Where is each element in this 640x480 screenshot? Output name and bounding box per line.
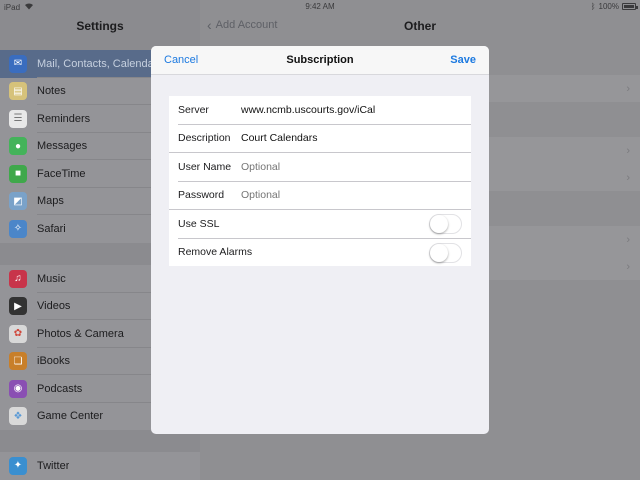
twitter-icon: ✦	[9, 456, 27, 475]
chevron-right-icon: ›	[626, 145, 630, 157]
facetime-icon: ■	[9, 164, 27, 183]
ibooks-icon: ❏	[9, 352, 27, 371]
sidebar-item-label: Messages	[37, 140, 88, 153]
ssl-row: Use SSL	[169, 210, 471, 238]
sidebar-item-label: Twitter	[37, 459, 70, 472]
description-row: Description Court Calendars	[169, 125, 471, 153]
notes-icon: ▤	[9, 82, 27, 101]
chevron-right-icon: ›	[626, 234, 630, 246]
music-icon: ♫	[9, 269, 27, 288]
podcasts-icon: ◉	[9, 379, 27, 398]
modal-title: Subscription	[286, 54, 354, 66]
password-row: Password	[169, 182, 471, 210]
videos-icon: ▶	[9, 297, 27, 316]
sidebar-item-label: Podcasts	[37, 382, 83, 395]
sidebar-item-label: Mail, Contacts, Calendars	[37, 57, 163, 70]
sidebar-item-label: iBooks	[37, 355, 71, 368]
modal-navbar: Cancel Subscription Save	[151, 46, 489, 75]
remove-alarms-row: Remove Alarms	[169, 239, 471, 267]
chevron-right-icon: ›	[626, 261, 630, 273]
mail-icon: ✉	[9, 54, 27, 73]
subscription-modal: Cancel Subscription Save Server www.ncmb…	[151, 46, 489, 434]
safari-icon: ✧	[9, 219, 27, 238]
password-field[interactable]	[241, 189, 461, 202]
sidebar-group-social: ✦ Twitter	[0, 452, 200, 480]
sidebar-item-label: Game Center	[37, 410, 104, 423]
server-field[interactable]: www.ncmb.uscourts.gov/iCal	[241, 104, 375, 116]
sidebar-title: Settings	[76, 19, 124, 33]
description-label: Description	[178, 132, 231, 145]
server-label: Server	[178, 103, 209, 116]
password-label: Password	[178, 189, 225, 202]
ssl-label: Use SSL	[178, 217, 220, 230]
sidebar-item-label: FaceTime	[37, 167, 86, 180]
toggle-knob	[430, 215, 448, 233]
ssl-toggle[interactable]	[429, 214, 462, 234]
toggle-knob	[430, 243, 448, 262]
messages-icon: ●	[9, 137, 27, 156]
remove-alarms-toggle[interactable]	[429, 242, 462, 263]
detail-title: Other	[403, 19, 436, 33]
subscription-form: Server www.ncmb.uscourts.gov/iCal Descri…	[169, 96, 471, 266]
description-field[interactable]: Court Calendars	[241, 132, 317, 144]
save-button[interactable]: Save	[450, 54, 476, 66]
sidebar-item-label: Maps	[37, 195, 64, 208]
sidebar-item-label: Music	[37, 272, 66, 285]
maps-icon: ◩	[9, 192, 27, 211]
sidebar-item-twitter[interactable]: ✦ Twitter	[0, 452, 200, 480]
username-field[interactable]	[241, 160, 461, 173]
sidebar-item-label: Notes	[37, 85, 66, 98]
chevron-right-icon: ›	[626, 172, 630, 184]
bluetooth-icon: ᛒ	[590, 2, 596, 11]
username-row: User Name	[169, 153, 471, 181]
sidebar-item-label: Reminders	[37, 112, 91, 125]
game-center-icon: ❖	[9, 407, 27, 426]
chevron-right-icon: ›	[626, 83, 630, 95]
sidebar-item-label: Videos	[37, 300, 71, 313]
status-bar: iPad 9:42 AM ᛒ 100%	[0, 0, 640, 13]
battery-icon	[622, 3, 638, 10]
sidebar-item-label: Photos & Camera	[37, 327, 124, 340]
sidebar-item-label: Safari	[37, 222, 66, 235]
battery-fill	[624, 5, 634, 8]
reminders-icon: ☰	[9, 109, 27, 128]
battery-percent: 100%	[598, 2, 619, 11]
clock: 9:42 AM	[305, 2, 335, 11]
username-label: User Name	[178, 160, 232, 173]
server-row: Server www.ncmb.uscourts.gov/iCal	[169, 96, 471, 124]
photos-icon: ✿	[9, 324, 27, 343]
remove-alarms-label: Remove Alarms	[178, 246, 253, 259]
